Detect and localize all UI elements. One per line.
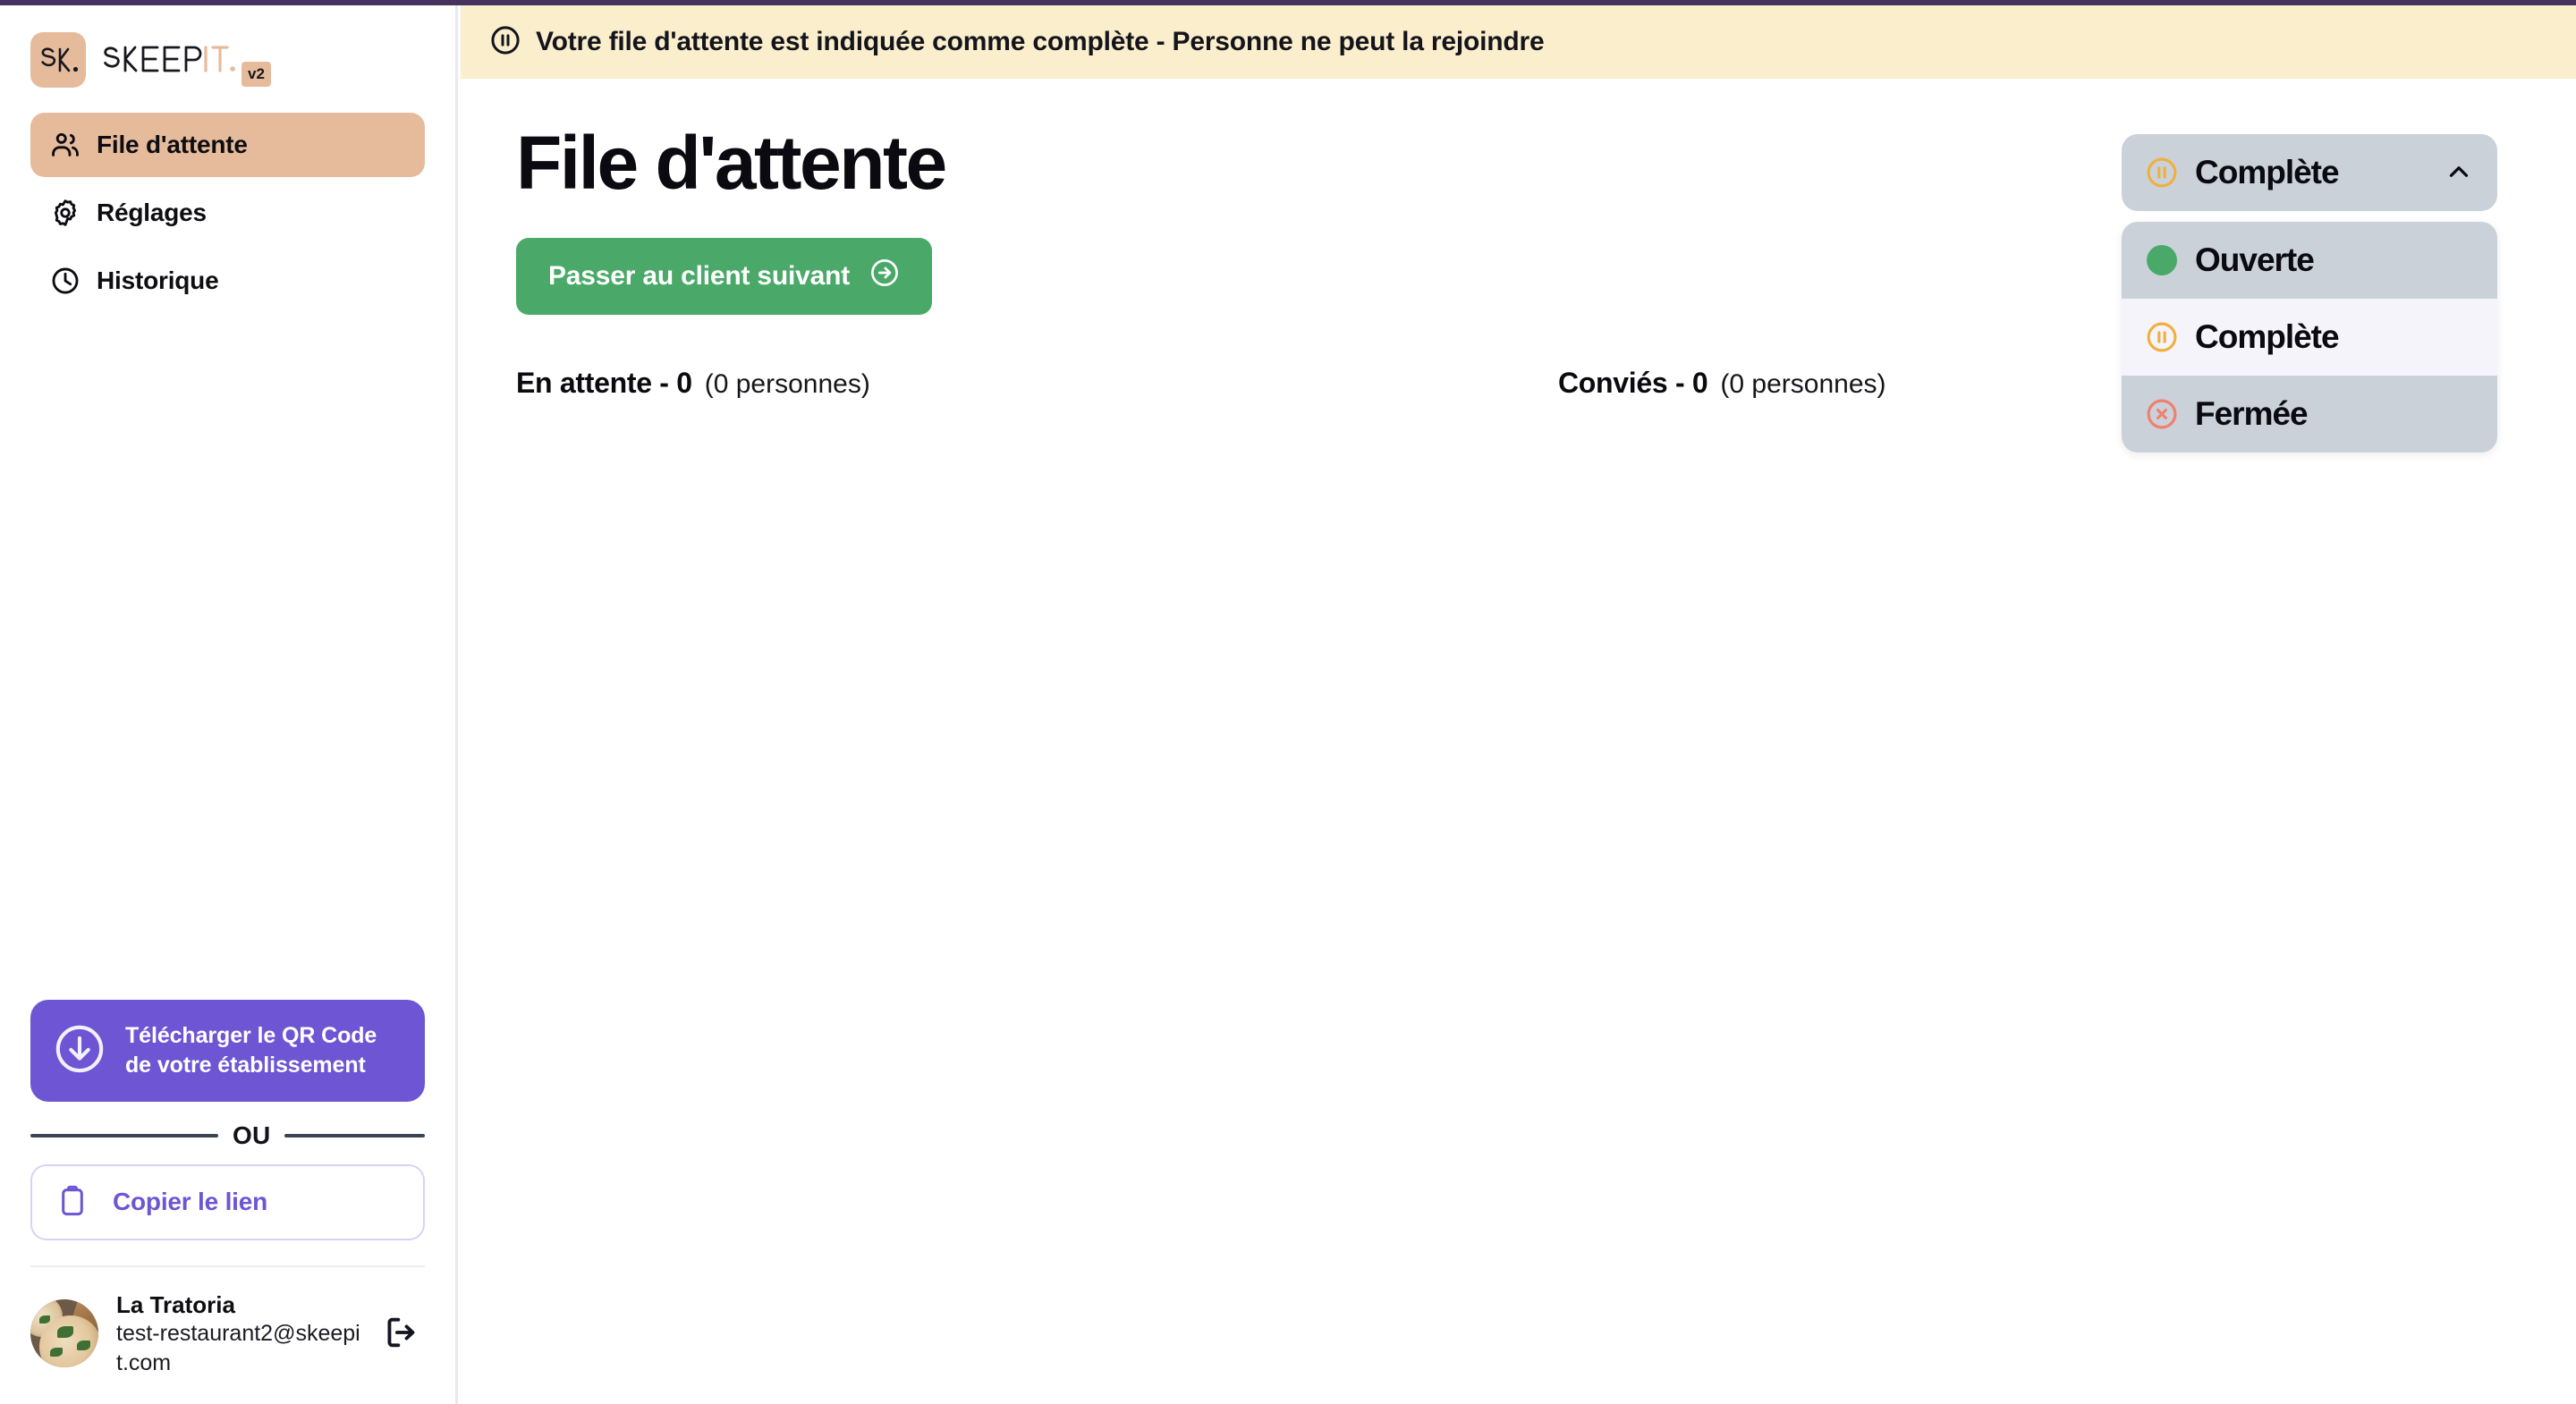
sidebar-footer: Télécharger le QR Code de votre établiss… (0, 999, 455, 1404)
status-option-label: Complète (2195, 318, 2340, 355)
green-dot-icon (2145, 243, 2179, 277)
pause-circle-icon (2145, 156, 2179, 190)
queue-status-dropdown: Complète Ouverte Complète Fermée (2122, 134, 2497, 452)
or-divider: OU (30, 1121, 425, 1150)
status-option-fermee[interactable]: Fermée (2122, 376, 2497, 452)
divider-line-left (30, 1133, 218, 1138)
skeepit-mark-icon (30, 32, 86, 88)
queue-status-banner: Votre file d'attente est indiquée comme … (461, 5, 2576, 79)
status-option-label: Ouverte (2195, 241, 2315, 278)
app-root: v2 File d'attente Réglages Historique Té… (0, 0, 2576, 1404)
sidebar-item-label: Historique (97, 266, 219, 294)
sidebar-item-label: File d'attente (97, 131, 248, 158)
chevron-up-icon (2444, 156, 2474, 190)
account-email: test-restaurant2@skeepit.com (116, 1321, 360, 1375)
account-row[interactable]: La Tratoria test-restaurant2@skeepit.com (30, 1267, 425, 1404)
qr-line-1: Télécharger le QR Code (125, 1022, 377, 1048)
download-qr-code-button[interactable]: Télécharger le QR Code de votre établiss… (30, 999, 425, 1102)
sidebar-item-label: Réglages (97, 199, 207, 226)
queue-status-trigger[interactable]: Complète (2122, 134, 2497, 211)
account-text: La Tratoria test-restaurant2@skeepit.com (116, 1290, 360, 1378)
status-option-label: Fermée (2195, 395, 2309, 432)
status-option-ouverte[interactable]: Ouverte (2122, 222, 2497, 299)
status-option-complete[interactable]: Complète (2122, 299, 2497, 376)
users-icon (50, 130, 80, 160)
pause-circle-icon (2145, 320, 2179, 354)
account-name: La Tratoria (116, 1290, 235, 1318)
waiting-counter: En attente - 0 (0 personnes) (516, 367, 1558, 400)
sidebar-item-file-dattente[interactable]: File d'attente (30, 113, 425, 177)
banner-message: Votre file d'attente est indiquée comme … (536, 27, 1545, 56)
or-divider-label: OU (233, 1121, 271, 1149)
invited-counter: Conviés - 0 (0 personnes) (1558, 367, 1886, 400)
next-customer-button[interactable]: Passer au client suivant (516, 238, 933, 315)
qr-line-2: de votre établissement (125, 1052, 366, 1078)
top-accent-bar (0, 0, 2576, 5)
next-customer-label: Passer au client suivant (548, 261, 851, 291)
arrow-right-circle-icon (869, 258, 900, 295)
download-circle-icon (54, 1023, 106, 1078)
queue-status-menu: Ouverte Complète Fermée (2122, 222, 2497, 452)
avatar (30, 1299, 98, 1368)
invited-counter-sub: (0 personnes) (1720, 369, 1886, 399)
logout-icon (382, 1313, 421, 1355)
sidebar-item-reglages[interactable]: Réglages (30, 181, 425, 245)
gear-icon (50, 198, 80, 228)
sidebar-item-historique[interactable]: Historique (30, 249, 425, 313)
waiting-counter-sub: (0 personnes) (704, 369, 870, 399)
queue-status-selected-label: Complète (2195, 154, 2340, 190)
clipboard-icon (55, 1184, 89, 1221)
pause-circle-icon (489, 24, 521, 61)
copy-link-button[interactable]: Copier le lien (30, 1163, 425, 1240)
sidebar: v2 File d'attente Réglages Historique Té… (0, 0, 458, 1404)
brand-logo[interactable]: v2 (0, 0, 455, 93)
clock-icon (50, 266, 80, 296)
x-circle-icon (2145, 397, 2179, 431)
waiting-counter-main: En attente - 0 (516, 367, 692, 399)
download-qr-code-label: Télécharger le QR Code de votre établiss… (125, 1021, 377, 1080)
divider-line-right (284, 1133, 425, 1138)
sidebar-nav: File d'attente Réglages Historique (0, 113, 455, 313)
version-badge: v2 (242, 62, 271, 87)
copy-link-label: Copier le lien (113, 1188, 268, 1215)
invited-counter-main: Conviés - 0 (1558, 367, 1708, 399)
logout-button[interactable] (378, 1309, 425, 1358)
